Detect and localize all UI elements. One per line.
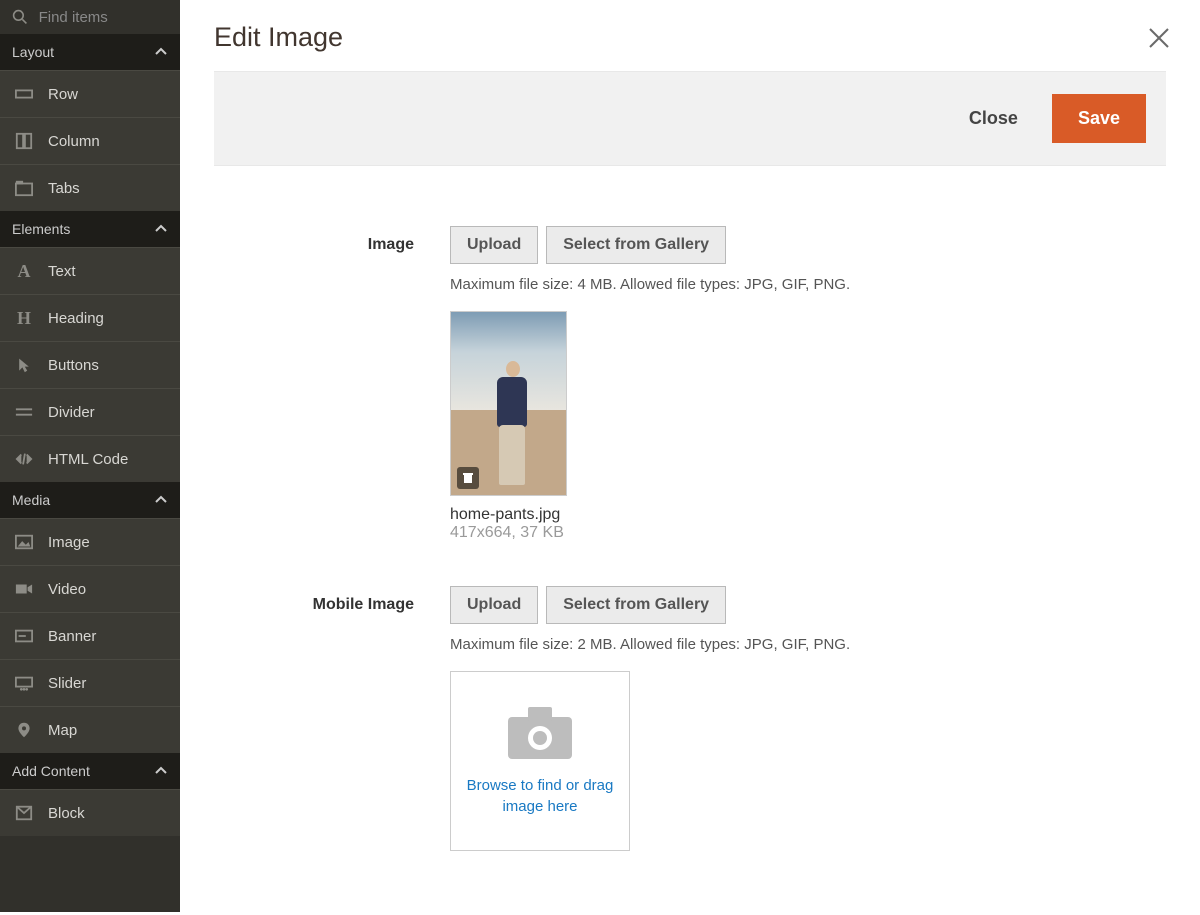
gallery-button-image[interactable]: Select from Gallery <box>546 226 726 264</box>
sidebar-item-label: Slider <box>48 675 86 692</box>
file-name: home-pants.jpg <box>450 506 1160 524</box>
sidebar-item-label: HTML Code <box>48 451 128 468</box>
field-label-mobile: Mobile Image <box>220 586 450 851</box>
divider-icon <box>14 402 34 422</box>
form-area: Image Upload Select from Gallery Maximum… <box>180 166 1200 915</box>
text-icon: A <box>14 261 34 281</box>
sidebar-item-map[interactable]: Map <box>0 706 180 753</box>
image-preview[interactable] <box>450 311 567 496</box>
section-header-media[interactable]: Media <box>0 482 180 518</box>
sidebar-item-label: Buttons <box>48 357 99 374</box>
slider-icon <box>14 673 34 693</box>
sidebar-item-slider[interactable]: Slider <box>0 659 180 706</box>
search-icon <box>12 7 29 27</box>
close-button[interactable]: Close <box>969 108 1018 129</box>
edit-image-panel: Edit Image Close Save Image Upload Selec… <box>180 0 1200 912</box>
search-row <box>0 0 180 34</box>
sidebar-item-tabs[interactable]: Tabs <box>0 164 180 211</box>
section-label: Elements <box>12 221 70 237</box>
field-label-image: Image <box>220 226 450 542</box>
sidebar-item-label: Tabs <box>48 180 80 197</box>
section-label: Layout <box>12 44 54 60</box>
map-pin-icon <box>14 720 34 740</box>
title-row: Edit Image <box>180 0 1200 71</box>
sidebar: Layout Row Column Tabs Elements A Text H… <box>0 0 180 912</box>
camera-icon <box>506 705 574 764</box>
panel-title: Edit Image <box>214 22 343 53</box>
block-icon <box>14 803 34 823</box>
sidebar-item-label: Banner <box>48 628 96 645</box>
file-meta: 417x664, 37 KB <box>450 524 1160 542</box>
sidebar-item-divider[interactable]: Divider <box>0 388 180 435</box>
delete-image-icon[interactable] <box>457 467 479 489</box>
sidebar-item-heading[interactable]: H Heading <box>0 294 180 341</box>
sidebar-item-label: Block <box>48 805 85 822</box>
hint-image: Maximum file size: 4 MB. Allowed file ty… <box>450 276 1160 293</box>
sidebar-item-text[interactable]: A Text <box>0 247 180 294</box>
sidebar-item-label: Column <box>48 133 100 150</box>
field-image: Image Upload Select from Gallery Maximum… <box>220 226 1160 542</box>
section-label: Media <box>12 492 50 508</box>
row-icon <box>14 84 34 104</box>
video-icon <box>14 579 34 599</box>
hint-mobile: Maximum file size: 2 MB. Allowed file ty… <box>450 636 1160 653</box>
sidebar-item-label: Heading <box>48 310 104 327</box>
column-icon <box>14 131 34 151</box>
chevron-up-icon <box>154 764 168 778</box>
sidebar-item-image[interactable]: Image <box>0 518 180 565</box>
gallery-button-mobile[interactable]: Select from Gallery <box>546 586 726 624</box>
close-icon[interactable] <box>1148 27 1170 49</box>
sidebar-item-label: Divider <box>48 404 95 421</box>
upload-button-image[interactable]: Upload <box>450 226 538 264</box>
sidebar-item-buttons[interactable]: Buttons <box>0 341 180 388</box>
action-bar: Close Save <box>214 71 1166 166</box>
image-icon <box>14 532 34 552</box>
sidebar-item-label: Map <box>48 722 77 739</box>
save-button[interactable]: Save <box>1052 94 1146 143</box>
sidebar-item-banner[interactable]: Banner <box>0 612 180 659</box>
heading-icon: H <box>14 308 34 328</box>
sidebar-item-row[interactable]: Row <box>0 70 180 117</box>
sidebar-item-htmlcode[interactable]: HTML Code <box>0 435 180 482</box>
field-mobile-image: Mobile Image Upload Select from Gallery … <box>220 586 1160 851</box>
sidebar-item-video[interactable]: Video <box>0 565 180 612</box>
section-header-addcontent[interactable]: Add Content <box>0 753 180 789</box>
search-input[interactable] <box>39 9 168 26</box>
sidebar-item-label: Row <box>48 86 78 103</box>
sidebar-item-block[interactable]: Block <box>0 789 180 836</box>
cursor-icon <box>14 355 34 375</box>
chevron-up-icon <box>154 493 168 507</box>
code-icon <box>14 449 34 469</box>
chevron-up-icon <box>154 222 168 236</box>
dropzone-text: Browse to find or drag image here <box>465 776 615 817</box>
sidebar-item-label: Video <box>48 581 86 598</box>
sidebar-item-column[interactable]: Column <box>0 117 180 164</box>
sidebar-item-label: Image <box>48 534 90 551</box>
section-header-layout[interactable]: Layout <box>0 34 180 70</box>
mobile-dropzone[interactable]: Browse to find or drag image here <box>450 671 630 851</box>
sidebar-item-label: Text <box>48 263 76 280</box>
upload-button-mobile[interactable]: Upload <box>450 586 538 624</box>
section-label: Add Content <box>12 763 90 779</box>
chevron-up-icon <box>154 45 168 59</box>
banner-icon <box>14 626 34 646</box>
tabs-icon <box>14 178 34 198</box>
section-header-elements[interactable]: Elements <box>0 211 180 247</box>
